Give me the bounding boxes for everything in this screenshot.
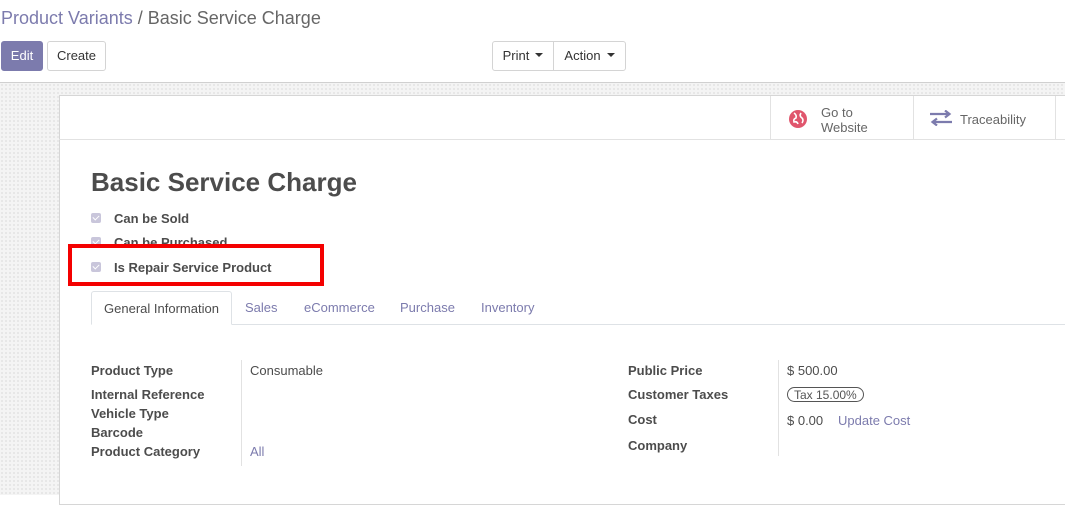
website-label-line1: Go to [821,105,853,120]
vehicle-type-label: Vehicle Type [91,406,169,421]
edit-button[interactable]: Edit [1,41,43,71]
product-category-link[interactable]: All [250,444,264,459]
product-type-label: Product Type [91,363,174,378]
product-category-label: Product Category [91,444,201,459]
breadcrumb-separator: / [137,8,143,28]
field-separator [241,360,242,466]
product-type-value: Consumable [250,363,323,378]
print-dropdown-button[interactable]: Print [492,41,554,71]
print-label: Print [502,48,530,63]
go-to-website-button[interactable]: Go to Website [770,96,914,139]
tab-inventory[interactable]: Inventory [481,291,534,325]
notebook-tabs [91,291,1065,325]
arrows-exchange-icon [930,110,952,126]
website-label-line2: Website [821,120,868,135]
breadcrumb-product-variants[interactable]: Product Variants [1,8,133,28]
traceability-button[interactable]: Traceability [913,96,1056,139]
customer-taxes-label: Customer Taxes [628,387,729,402]
internal-reference-label: Internal Reference [91,387,205,402]
can-be-sold-checkbox[interactable] [91,213,101,223]
control-panel: Product Variants / Basic Service Charge Ed… [0,0,1065,82]
tab-ecommerce[interactable]: eCommerce [304,291,375,325]
field-separator [778,360,779,456]
update-cost-link[interactable]: Update Cost [838,413,910,428]
cost-label: Cost [628,412,657,427]
tab-general-information[interactable]: General Information [91,291,232,325]
globe-icon [789,110,807,128]
product-name: Basic Service Charge [91,167,357,197]
breadcrumb: Product Variants / Basic Service Charge [1,8,321,29]
caret-down-icon [535,52,544,57]
breadcrumb-current: Basic Service Charge [147,8,321,28]
tax-badge: Tax 15.00% [787,387,864,402]
cost-value: $ 0.00 [787,413,824,428]
tab-purchase[interactable]: Purchase [400,291,455,325]
more-smart-button[interactable] [1055,96,1065,139]
annotation-highlight-box [68,244,324,286]
action-dropdown-button[interactable]: Action [553,41,626,71]
tab-sales[interactable]: Sales [245,291,278,325]
public-price-label: Public Price [628,363,703,378]
create-button[interactable]: Create [47,41,106,71]
caret-down-icon [606,52,615,57]
public-price-value: $ 500.00 [787,363,838,378]
company-label: Company [628,438,688,453]
barcode-label: Barcode [91,425,144,440]
can-be-sold-label: Can be Sold [114,211,190,226]
action-label: Action [564,48,601,63]
traceability-label: Traceability [960,112,1026,127]
